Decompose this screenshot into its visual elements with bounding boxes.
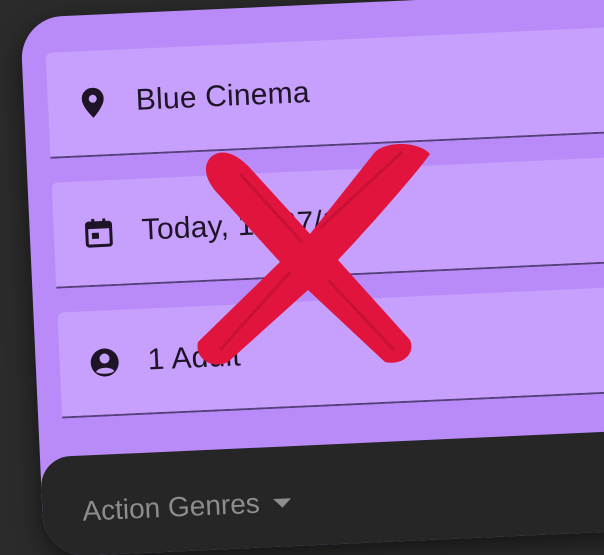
genre-dropdown[interactable]: Action Genres: [82, 486, 293, 527]
location-pin-icon: [77, 87, 108, 118]
tickets-field[interactable]: 1 Adult: [57, 284, 604, 419]
person-circle-icon: [89, 347, 120, 378]
screenshot-stage: Blue Cinema Today, 10/07/18 1 Adult Acti…: [0, 0, 604, 555]
calendar-icon: [83, 217, 114, 248]
date-field[interactable]: Today, 10/07/18: [51, 154, 604, 289]
dropdown-caret-icon: [273, 497, 292, 508]
location-field[interactable]: Blue Cinema: [45, 24, 604, 159]
date-value: Today, 10/07/18: [141, 203, 357, 247]
tickets-value: 1 Adult: [146, 339, 242, 377]
location-value: Blue Cinema: [135, 75, 311, 117]
genre-dropdown-label: Action Genres: [81, 487, 261, 527]
booking-card: Blue Cinema Today, 10/07/18 1 Adult Acti…: [20, 0, 604, 555]
genres-panel: Action Genres: [39, 428, 604, 555]
